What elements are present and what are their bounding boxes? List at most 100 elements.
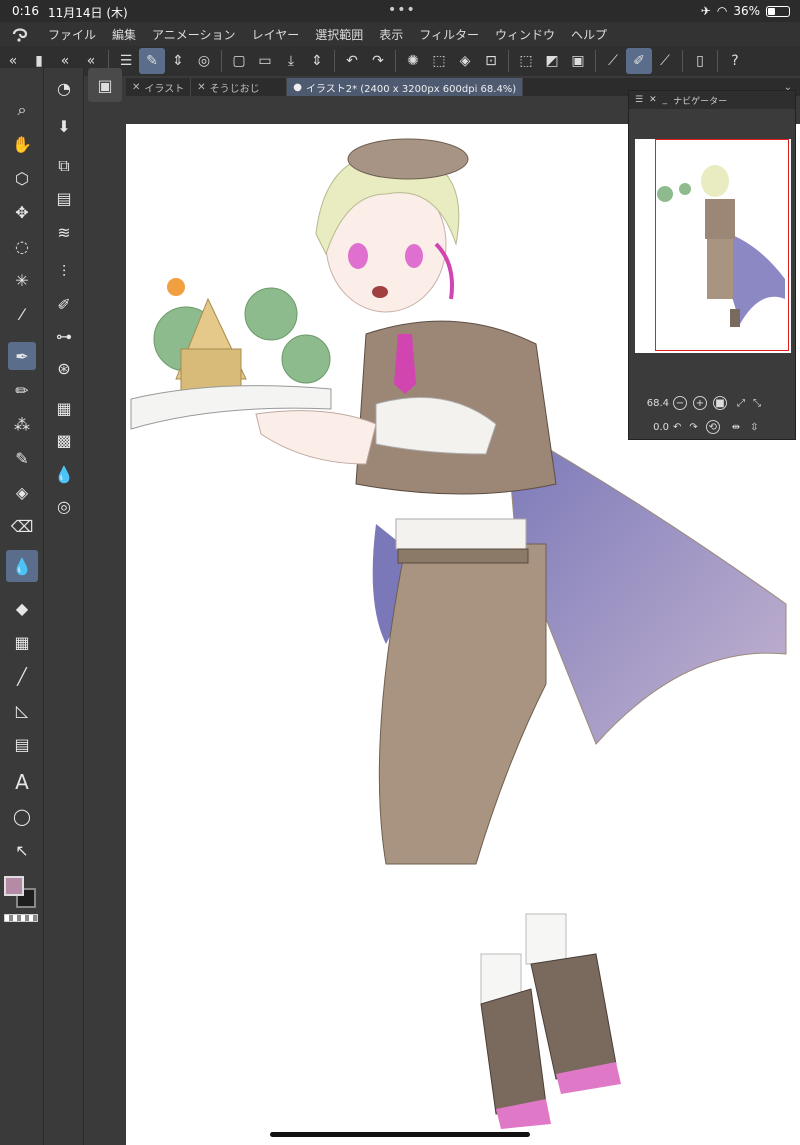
brush-snap-icon[interactable]: ✐ <box>626 48 652 74</box>
menu-selection[interactable]: 選択範囲 <box>307 26 371 43</box>
status-date: 11月14日 (木) <box>48 6 128 20</box>
text-icon[interactable]: A <box>8 768 36 796</box>
brush-size-icon[interactable]: ✐ <box>50 290 78 318</box>
spiral-icon[interactable]: ◎ <box>191 48 217 74</box>
deselect-icon[interactable]: ⬚ <box>513 48 539 74</box>
minimize-icon[interactable]: _ <box>663 95 668 105</box>
updown-icon[interactable]: ⇕ <box>165 48 191 74</box>
smartphone-icon[interactable]: ▯ <box>687 48 713 74</box>
tool-property-icon[interactable]: ⫶ <box>50 258 78 286</box>
hand-icon[interactable]: ✋ <box>8 130 36 158</box>
eyedropper-icon[interactable]: ⁄ <box>8 300 36 328</box>
pencil-icon[interactable]: ✏ <box>8 376 36 404</box>
clear-icon[interactable]: ⬚ <box>426 48 452 74</box>
menu-animation[interactable]: アニメーション <box>144 26 244 43</box>
fit-window-icon[interactable]: ⤡ <box>753 398 761 409</box>
menu-view[interactable]: 表示 <box>371 26 411 43</box>
operation-icon[interactable]: ⬡ <box>8 164 36 192</box>
material-icon[interactable]: ⬇ <box>50 112 78 140</box>
drag-handle-icon[interactable]: ☰ <box>635 95 643 105</box>
clip-studio-logo-icon[interactable] <box>0 22 40 46</box>
ruler-icon[interactable]: ◺ <box>8 696 36 724</box>
figure-icon[interactable]: ╱ <box>8 662 36 690</box>
close-icon[interactable]: ✕ <box>132 82 140 93</box>
menu-help[interactable]: ヘルプ <box>563 26 615 43</box>
line-snap-icon[interactable]: ⟋ <box>652 48 678 74</box>
menu-filter[interactable]: フィルター <box>411 26 487 43</box>
tab-illust[interactable]: ✕ イラスト <box>126 78 192 96</box>
navigator-preview[interactable] <box>635 139 791 353</box>
blend-icon[interactable]: 💧 <box>6 550 38 582</box>
navigator-view-frame[interactable] <box>655 139 789 351</box>
close-icon[interactable]: ✕ <box>197 82 205 93</box>
decoration-icon[interactable]: ◈ <box>8 478 36 506</box>
gradient-icon[interactable]: ▦ <box>8 628 36 656</box>
rotate-right-icon[interactable]: ↷ <box>689 422 697 433</box>
color-mix-icon[interactable]: 💧 <box>50 460 78 488</box>
save-icon[interactable]: ⤓ <box>278 48 304 74</box>
adjustment-icon[interactable]: ⊶ <box>50 322 78 350</box>
multitask-dots[interactable]: ••• <box>388 2 416 18</box>
magic-wand-icon[interactable]: ✳ <box>8 266 36 294</box>
navigator-icon[interactable]: ◔ <box>50 74 78 102</box>
menu-layer[interactable]: レイヤー <box>244 26 308 43</box>
layers-icon[interactable]: ≋ <box>50 218 78 246</box>
transparent-color-swatch[interactable] <box>4 914 38 922</box>
redo-icon[interactable]: ↷ <box>365 48 391 74</box>
pen-tool-icon[interactable]: ✒ <box>8 342 36 370</box>
zoom-in-icon[interactable]: + <box>693 396 707 410</box>
fill-icon[interactable]: ◈ <box>452 48 478 74</box>
frame-icon[interactable]: ▤ <box>8 730 36 758</box>
new-file-icon[interactable]: ▢ <box>226 48 252 74</box>
reset-rotation-icon[interactable]: ⟲ <box>705 420 720 434</box>
menu-edit[interactable]: 編集 <box>104 26 144 43</box>
auto-action-icon[interactable]: ⊛ <box>50 354 78 382</box>
rotation-value[interactable]: 0.0 <box>629 422 669 433</box>
timeline-icon[interactable]: ▦ <box>50 394 78 422</box>
menu-window[interactable]: ウィンドウ <box>487 26 563 43</box>
zoom-icon[interactable]: ⌕ <box>8 96 36 124</box>
eraser-icon[interactable]: ⌫ <box>8 512 36 540</box>
color-swatches[interactable] <box>4 876 40 912</box>
ruler-snap-icon[interactable]: ⟋ <box>600 48 626 74</box>
brush-icon[interactable]: ✎ <box>8 444 36 472</box>
lasso-icon[interactable]: ◌ <box>8 232 36 260</box>
updown-2-icon[interactable]: ⇕ <box>304 48 330 74</box>
navigator-zoom-row: 68.4 − + ■ ⤢ ⤡ <box>629 393 797 413</box>
balloon-icon[interactable]: ◯ <box>8 802 36 830</box>
main-color-swatch[interactable] <box>4 876 24 896</box>
airbrush-icon[interactable]: ⁂ <box>8 410 36 438</box>
zoom-out-icon[interactable]: − <box>673 396 687 410</box>
tab-soujioji[interactable]: ✕ そうじおじ <box>191 78 288 96</box>
home-indicator[interactable] <box>270 1132 530 1137</box>
select-all-icon[interactable]: ▣ <box>565 48 591 74</box>
history-icon[interactable]: ◎ <box>50 492 78 520</box>
flip-horizontal-icon[interactable]: ⇹ <box>732 422 740 433</box>
rotate-left-icon[interactable]: ↶ <box>673 422 681 433</box>
navigator-rotate-row: 0.0 ↶ ↷ ⟲ ⇹ ⇳ <box>629 417 797 437</box>
invert-selection-icon[interactable]: ◩ <box>539 48 565 74</box>
floating-house-scene <box>130 278 332 430</box>
loading-icon[interactable]: ✺ <box>400 48 426 74</box>
flip-vertical-icon[interactable]: ⇳ <box>750 422 758 433</box>
fill-bucket-icon[interactable]: ◆ <box>8 594 36 622</box>
move-layer-icon[interactable]: ✥ <box>8 198 36 226</box>
wifi-icon: ◠ <box>716 4 728 18</box>
open-folder-icon[interactable]: ▭ <box>252 48 278 74</box>
transform-icon[interactable]: ⊡ <box>478 48 504 74</box>
close-icon[interactable]: ✕ <box>649 95 657 105</box>
correct-line-icon[interactable]: ↖ <box>8 836 36 864</box>
color-set-icon[interactable]: ▩ <box>50 426 78 454</box>
status-time: 0:16 <box>12 4 39 18</box>
layer-property-icon[interactable]: ⧉ <box>50 152 78 180</box>
layer-thumbnail-button[interactable]: ▣ <box>88 68 122 102</box>
fit-icon[interactable]: ⤢ <box>737 398 745 409</box>
zoom-value[interactable]: 68.4 <box>629 398 669 409</box>
sub-view-icon[interactable]: ▤ <box>50 184 78 212</box>
actual-size-icon[interactable]: ■ <box>713 396 727 410</box>
help-icon[interactable]: ? <box>722 48 748 74</box>
pen-mode-icon[interactable]: ✎ <box>139 48 165 74</box>
tab-illust-2[interactable]: ● イラスト2* (2400 x 3200px 600dpi 68.4%) <box>287 78 524 96</box>
menu-file[interactable]: ファイル <box>40 26 104 43</box>
undo-icon[interactable]: ↶ <box>339 48 365 74</box>
